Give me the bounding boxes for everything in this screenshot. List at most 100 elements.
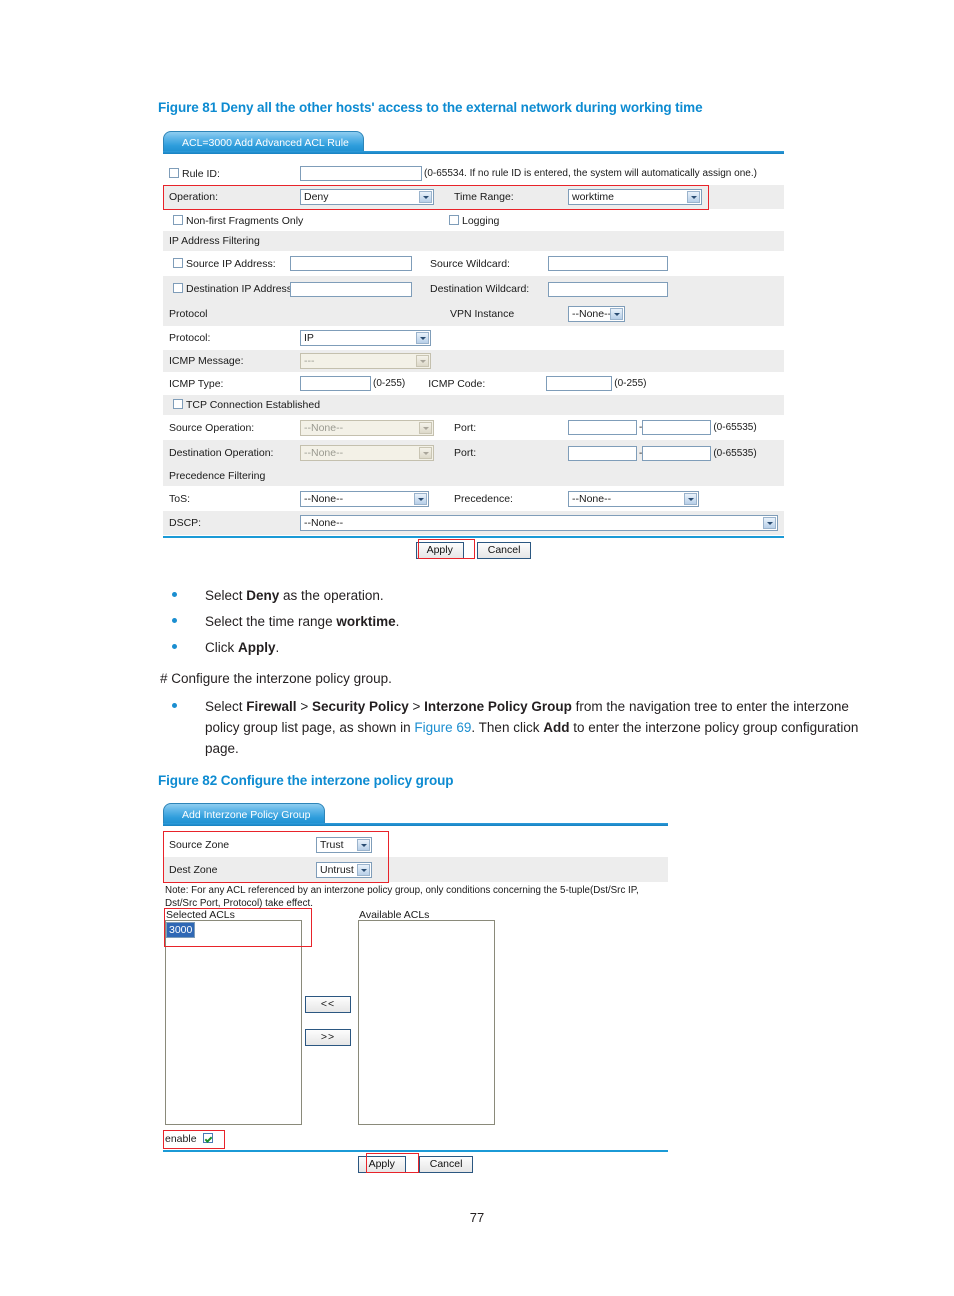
destination-port-to-input[interactable]	[642, 445, 712, 461]
interzone-cancel-button[interactable]: Cancel	[418, 1156, 474, 1173]
protocol-header: Protocol	[169, 308, 208, 320]
rule-id-input[interactable]	[300, 166, 422, 181]
source-port-to-input[interactable]	[642, 420, 712, 435]
rule-id-hint: (0-65534. If no rule ID is entered, the …	[424, 168, 757, 179]
destination-operation-select[interactable]: --None--	[300, 445, 434, 461]
dest-zone-select-value: Untrust	[320, 863, 354, 876]
chevron-down-icon	[357, 838, 370, 851]
source-operation-select[interactable]: --None--	[300, 419, 434, 436]
acl-rule-panel: ACL=3000 Add Advanced ACL Rule	[163, 131, 784, 154]
move-left-button[interactable]: <<	[305, 996, 351, 1013]
icmp-type-input[interactable]	[300, 376, 371, 391]
protocol-label: Protocol:	[169, 332, 211, 344]
destination-operation-label: Destination Operation:	[169, 447, 274, 459]
destination-ip-input[interactable]	[290, 281, 412, 297]
precedence-filtering-header: Precedence Filtering	[169, 470, 266, 482]
step-select-firewall-path: Select Firewall > Security Policy > Inte…	[172, 696, 880, 759]
chevron-down-icon	[416, 355, 429, 367]
destination-port-hint: (0-65535)	[713, 447, 757, 459]
interzone-apply-button[interactable]: Apply	[357, 1156, 406, 1173]
source-zone-select[interactable]: Trust	[316, 836, 372, 853]
source-operation-label: Source Operation:	[169, 421, 255, 434]
interzone-panel-bottom-rule	[163, 1150, 668, 1152]
step-select-firewall-path-text: Select Firewall > Security Policy > Inte…	[205, 696, 877, 759]
dscp-label: DSCP:	[169, 517, 202, 529]
protocol-select-value: IP	[304, 332, 314, 344]
figure-81-caption: Figure 81 Deny all the other hosts' acce…	[158, 100, 703, 115]
time-range-select[interactable]: worktime	[568, 189, 702, 205]
operation-label: Operation:	[169, 191, 219, 203]
acl-cancel-button[interactable]: Cancel	[476, 542, 532, 559]
vpn-instance-select-value: --None--	[572, 308, 612, 320]
source-ip-label-cell: Source IP Address:	[163, 257, 290, 270]
figure-82-caption: Figure 82 Configure the interzone policy…	[158, 773, 454, 788]
rule-id-checkbox[interactable]	[169, 167, 179, 178]
t-bold: Security Policy	[311, 699, 409, 714]
logging-cell: Logging	[443, 214, 643, 227]
source-port-label: Port:	[454, 421, 477, 434]
source-ip-checkbox[interactable]	[173, 257, 183, 268]
logging-checkbox[interactable]	[449, 214, 459, 225]
enable-checkbox[interactable]	[203, 1133, 214, 1143]
dscp-select-value: --None--	[304, 517, 344, 529]
enable-label: enable	[165, 1133, 197, 1145]
icmp-type-label: ICMP Type:	[169, 377, 224, 390]
vpn-instance-select[interactable]: --None--	[568, 306, 625, 322]
chevron-down-icon	[763, 517, 776, 529]
figure-69-link[interactable]: Figure 69	[414, 720, 471, 735]
source-port-hint: (0-65535)	[713, 422, 757, 433]
source-port-from-input[interactable]	[568, 420, 637, 435]
source-wildcard-label: Source Wildcard:	[430, 257, 510, 270]
step-click-apply-text: Click Apply.	[205, 637, 279, 658]
interzone-note: Note: For any ACL referenced by an inter…	[165, 885, 639, 909]
step-click-apply: Click Apply.	[172, 637, 872, 658]
tcp-connection-established-label: TCP Connection Established	[186, 399, 321, 411]
t: >	[408, 699, 425, 714]
dest-zone-select[interactable]: Untrust	[316, 861, 372, 878]
destination-wildcard-input[interactable]	[548, 281, 668, 297]
protocol-select[interactable]: IP	[300, 330, 431, 346]
t: Select	[205, 588, 247, 603]
non-first-fragments-checkbox[interactable]	[173, 214, 183, 225]
icmp-code-hint: (0-255)	[614, 378, 647, 389]
source-zone-label: Source Zone	[169, 838, 230, 851]
chevron-down-icon	[414, 492, 427, 505]
logging-label: Logging	[462, 214, 500, 227]
t-bold: Interzone Policy Group	[424, 699, 572, 714]
step-select-time-range-text: Select the time range worktime.	[205, 611, 399, 632]
t: Select	[205, 699, 247, 714]
chevron-down-icon	[684, 492, 697, 505]
dscp-select[interactable]: --None--	[300, 515, 778, 531]
icmp-message-select[interactable]: ---	[300, 353, 431, 369]
move-right-button[interactable]: >>	[305, 1029, 351, 1046]
chevron-down-icon	[416, 332, 429, 344]
destination-ip-checkbox[interactable]	[173, 283, 183, 293]
destination-port-from-input[interactable]	[568, 445, 637, 461]
section-protocol: Protocol VPN Instance --None--	[163, 302, 784, 326]
configure-interzone-line: # Configure the interzone policy group.	[160, 671, 392, 686]
icmp-message-label: ICMP Message:	[169, 355, 244, 367]
section-precedence-filtering: Precedence Filtering	[163, 466, 784, 486]
step-select-deny-text: Select Deny as the operation.	[205, 585, 384, 606]
tcp-conn-cell: TCP Connection Established	[163, 399, 320, 411]
icmp-code-input[interactable]	[546, 376, 613, 391]
row-tcp-connection-established: TCP Connection Established	[163, 395, 784, 415]
t: . Then click	[471, 720, 544, 735]
tab-underline	[163, 823, 668, 826]
tcp-connection-established-checkbox[interactable]	[173, 399, 183, 409]
t-bold: Firewall	[246, 699, 297, 714]
destination-ip-label: Destination IP Address:	[186, 283, 295, 295]
tos-select[interactable]: --None--	[300, 490, 429, 507]
available-acls-listbox[interactable]	[358, 920, 495, 1125]
operation-select[interactable]: Deny	[300, 189, 434, 205]
row-destination-ip: Destination IP Address: Destination Wild…	[163, 276, 784, 302]
acl-apply-button[interactable]: Apply	[415, 542, 464, 559]
tos-select-value: --None--	[304, 492, 344, 505]
source-wildcard-input[interactable]	[548, 256, 668, 271]
source-ip-input[interactable]	[290, 256, 412, 271]
list-item[interactable]: 3000	[166, 921, 196, 938]
interzone-panel-tab-strip: Add Interzone Policy Group	[163, 803, 668, 826]
t-bold: Apply	[238, 640, 276, 655]
precedence-select[interactable]: --None--	[568, 490, 699, 507]
selected-acls-listbox[interactable]: 3000	[165, 920, 302, 1125]
